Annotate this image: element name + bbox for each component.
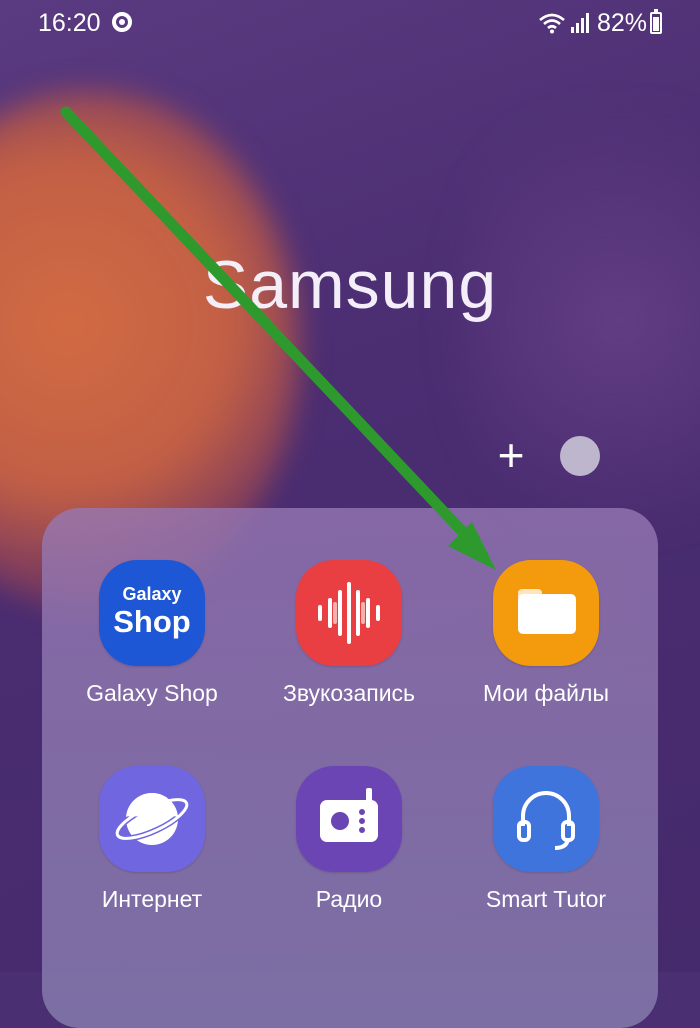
battery-percent: 82%	[597, 9, 648, 37]
app-label: Мои файлы	[483, 680, 609, 706]
app-my-files[interactable]: Мои файлы	[456, 560, 636, 707]
app-label: Smart Tutor	[485, 886, 607, 912]
wifi-icon	[539, 13, 565, 34]
app-galaxy-shop[interactable]: Galaxy Shop Galaxy Shop	[62, 560, 242, 707]
notification-icon	[112, 12, 132, 32]
app-label: Радио	[315, 886, 383, 912]
app-label: Galaxy Shop	[86, 680, 218, 706]
smart-tutor-icon[interactable]	[493, 766, 599, 872]
app-radio[interactable]: Радио	[259, 766, 439, 913]
internet-icon[interactable]	[99, 766, 205, 872]
app-label: Интернет	[101, 886, 203, 912]
galaxy-shop-icon-text-bottom: Shop	[113, 604, 191, 639]
signal-icon	[571, 13, 589, 33]
battery-icon	[650, 9, 662, 34]
voice-recorder-icon[interactable]	[296, 560, 402, 666]
status-bar: 16:20 82%	[0, 0, 700, 46]
radio-icon[interactable]	[296, 766, 402, 872]
folder-color-button[interactable]	[560, 436, 600, 476]
waveform-icon	[318, 582, 380, 644]
planet-icon	[114, 793, 190, 845]
status-time: 16:20	[38, 9, 101, 37]
app-voice-recorder[interactable]: Звукозапись	[259, 560, 439, 707]
folder-title[interactable]: Samsung	[0, 246, 700, 324]
galaxy-shop-icon[interactable]: Galaxy Shop	[99, 560, 205, 666]
radio-device-icon	[320, 788, 378, 842]
galaxy-shop-icon-text-top: Galaxy	[122, 584, 182, 604]
headset-icon	[517, 791, 575, 850]
add-app-button[interactable]: +	[490, 432, 532, 478]
my-files-icon[interactable]	[493, 560, 599, 666]
app-smart-tutor[interactable]: Smart Tutor	[456, 766, 636, 913]
app-internet[interactable]: Интернет	[62, 766, 242, 913]
folder-icon	[518, 594, 576, 634]
app-label: Звукозапись	[282, 680, 416, 706]
